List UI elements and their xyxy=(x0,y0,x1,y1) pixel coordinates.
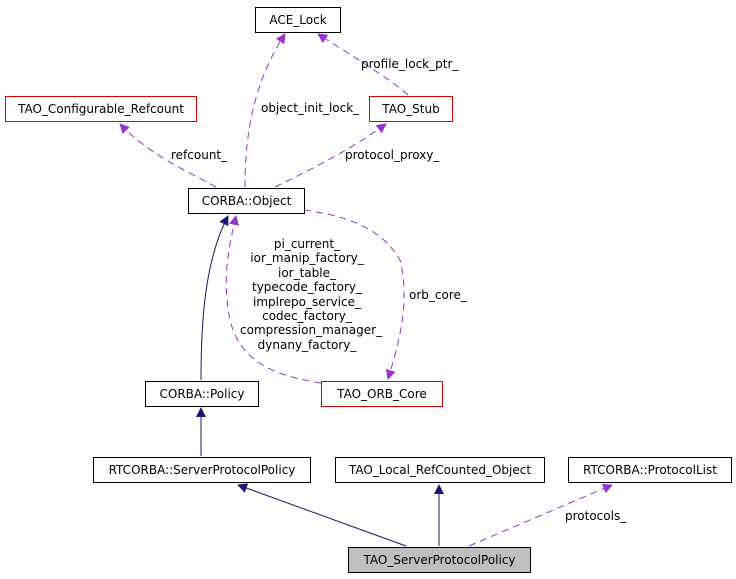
member-label: compression_manager_ xyxy=(240,323,383,338)
edge-inherit-policy-object xyxy=(200,215,229,381)
member-label: ior_table_ xyxy=(277,265,336,280)
node-rtcorba-protocol-list[interactable]: RTCORBA::ProtocolList xyxy=(568,457,732,483)
node-tao-stub[interactable]: TAO_Stub xyxy=(369,96,453,122)
label-protocol-proxy: protocol_proxy_ xyxy=(345,148,440,162)
member-label: ior_manip_factory_ xyxy=(250,251,364,266)
member-label: implrepo_service_ xyxy=(253,294,361,309)
label-orb-core: orb_core_ xyxy=(409,288,467,302)
node-tao-configurable-refcount[interactable]: TAO_Configurable_Refcount xyxy=(5,96,197,122)
label-refcount: refcount_ xyxy=(171,148,228,162)
label-object-init-lock: object_init_lock_ xyxy=(261,101,360,115)
member-label: typecode_factory_ xyxy=(251,280,362,295)
node-corba-policy[interactable]: CORBA::Policy xyxy=(145,381,259,407)
edge-inherit-tspp-spp xyxy=(237,483,407,547)
node-tao-server-protocol-policy: TAO_ServerProtocolPolicy xyxy=(348,547,531,573)
node-tao-local-refcounted-object[interactable]: TAO_Local_RefCounted_Object xyxy=(335,457,545,483)
label-profile-lock-ptr: profile_lock_ptr_ xyxy=(361,57,459,71)
collaboration-diagram: ACE_Lock TAO_Configurable_Refcount TAO_S… xyxy=(0,0,736,579)
member-label: codec_factory_ xyxy=(262,309,352,324)
node-rtcorba-server-protocol-policy[interactable]: RTCORBA::ServerProtocolPolicy xyxy=(93,457,311,483)
node-tao-orb-core[interactable]: TAO_ORB_Core xyxy=(321,381,443,407)
member-label: pi_current_ xyxy=(273,237,341,251)
node-corba-object[interactable]: CORBA::Object xyxy=(188,188,305,214)
label-protocols: protocols_ xyxy=(565,509,627,523)
member-label: dynany_factory_ xyxy=(257,337,357,352)
label-orb-core-members: pi_current_ ior_manip_factory_ ior_table… xyxy=(240,237,383,352)
node-ace-lock[interactable]: ACE_Lock xyxy=(255,7,341,33)
